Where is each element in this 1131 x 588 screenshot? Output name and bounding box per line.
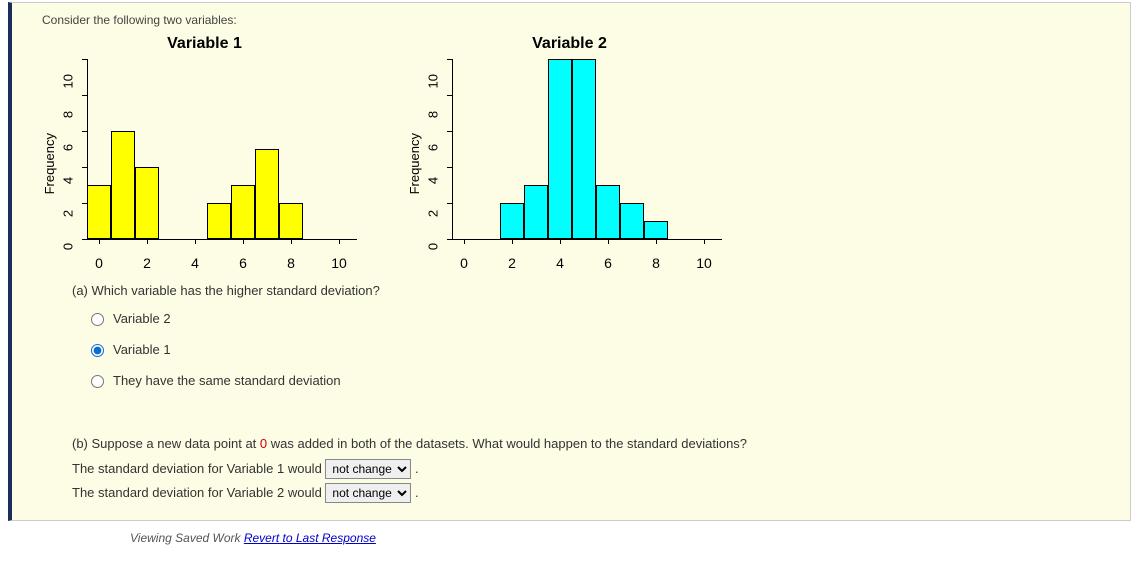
x-axis <box>442 239 732 251</box>
bar <box>548 59 572 239</box>
bar <box>135 167 159 239</box>
chart-title: Variable 1 <box>167 35 242 53</box>
y-axis-label: Frequency <box>42 133 57 194</box>
radio-label: Variable 2 <box>113 311 171 326</box>
radio-label: They have the same standard deviation <box>113 373 341 388</box>
select-variable-1-change[interactable]: not change <box>325 459 411 479</box>
radio-option-variable-1[interactable]: Variable 1 <box>86 335 1116 363</box>
bar <box>87 185 111 239</box>
radio-option-variable-2[interactable]: Variable 2 <box>86 304 1116 332</box>
question-container: Consider the following two variables: Va… <box>8 2 1131 521</box>
radio-input[interactable] <box>91 344 104 357</box>
part-b-line-2: The standard deviation for Variable 2 wo… <box>72 481 1116 506</box>
y-axis-ticks: 10 8 6 4 2 0 <box>426 74 440 254</box>
part-b-line-1: The standard deviation for Variable 1 wo… <box>72 457 1116 482</box>
radio-label: Variable 1 <box>113 342 171 357</box>
part-b: (b) Suppose a new data point at 0 was ad… <box>72 432 1116 506</box>
radio-input[interactable] <box>91 375 104 388</box>
bar <box>231 185 255 239</box>
bar <box>255 149 279 239</box>
part-a-label: (a) Which variable has the higher standa… <box>72 283 1116 298</box>
radio-option-same[interactable]: They have the same standard deviation <box>86 366 1116 394</box>
part-a: (a) Which variable has the higher standa… <box>72 283 1116 394</box>
x-axis-labels: 0 2 4 6 8 10 <box>442 251 732 269</box>
x-axis-labels: 0 2 4 6 8 10 <box>77 251 367 269</box>
select-variable-2-change[interactable]: not change <box>325 483 411 503</box>
bar <box>620 203 644 239</box>
charts-row: Variable 1 Frequency 10 8 6 4 2 0 <box>42 35 1116 269</box>
question-prompt: Consider the following two variables: <box>42 13 1116 27</box>
bar <box>524 185 548 239</box>
radio-input[interactable] <box>91 313 104 326</box>
part-b-intro: (b) Suppose a new data point at 0 was ad… <box>72 432 1116 457</box>
x-axis <box>77 239 367 251</box>
plot-area <box>77 59 367 239</box>
viewing-label: Viewing Saved Work <box>130 531 244 545</box>
y-axis-label: Frequency <box>407 133 422 194</box>
chart-variable-2: Variable 2 Frequency 10 8 6 4 2 0 <box>407 35 732 269</box>
plot-area <box>442 59 732 239</box>
bar <box>279 203 303 239</box>
y-axis-ticks: 10 8 6 4 2 0 <box>61 74 75 254</box>
bar <box>500 203 524 239</box>
saved-work-footer: Viewing Saved Work Revert to Last Respon… <box>130 531 1131 545</box>
chart-title: Variable 2 <box>532 35 607 53</box>
bar <box>207 203 231 239</box>
bar <box>111 131 135 239</box>
chart-variable-1: Variable 1 Frequency 10 8 6 4 2 0 <box>42 35 367 269</box>
bar <box>572 59 596 239</box>
bar <box>596 185 620 239</box>
bar <box>644 221 668 239</box>
revert-link[interactable]: Revert to Last Response <box>244 531 376 545</box>
